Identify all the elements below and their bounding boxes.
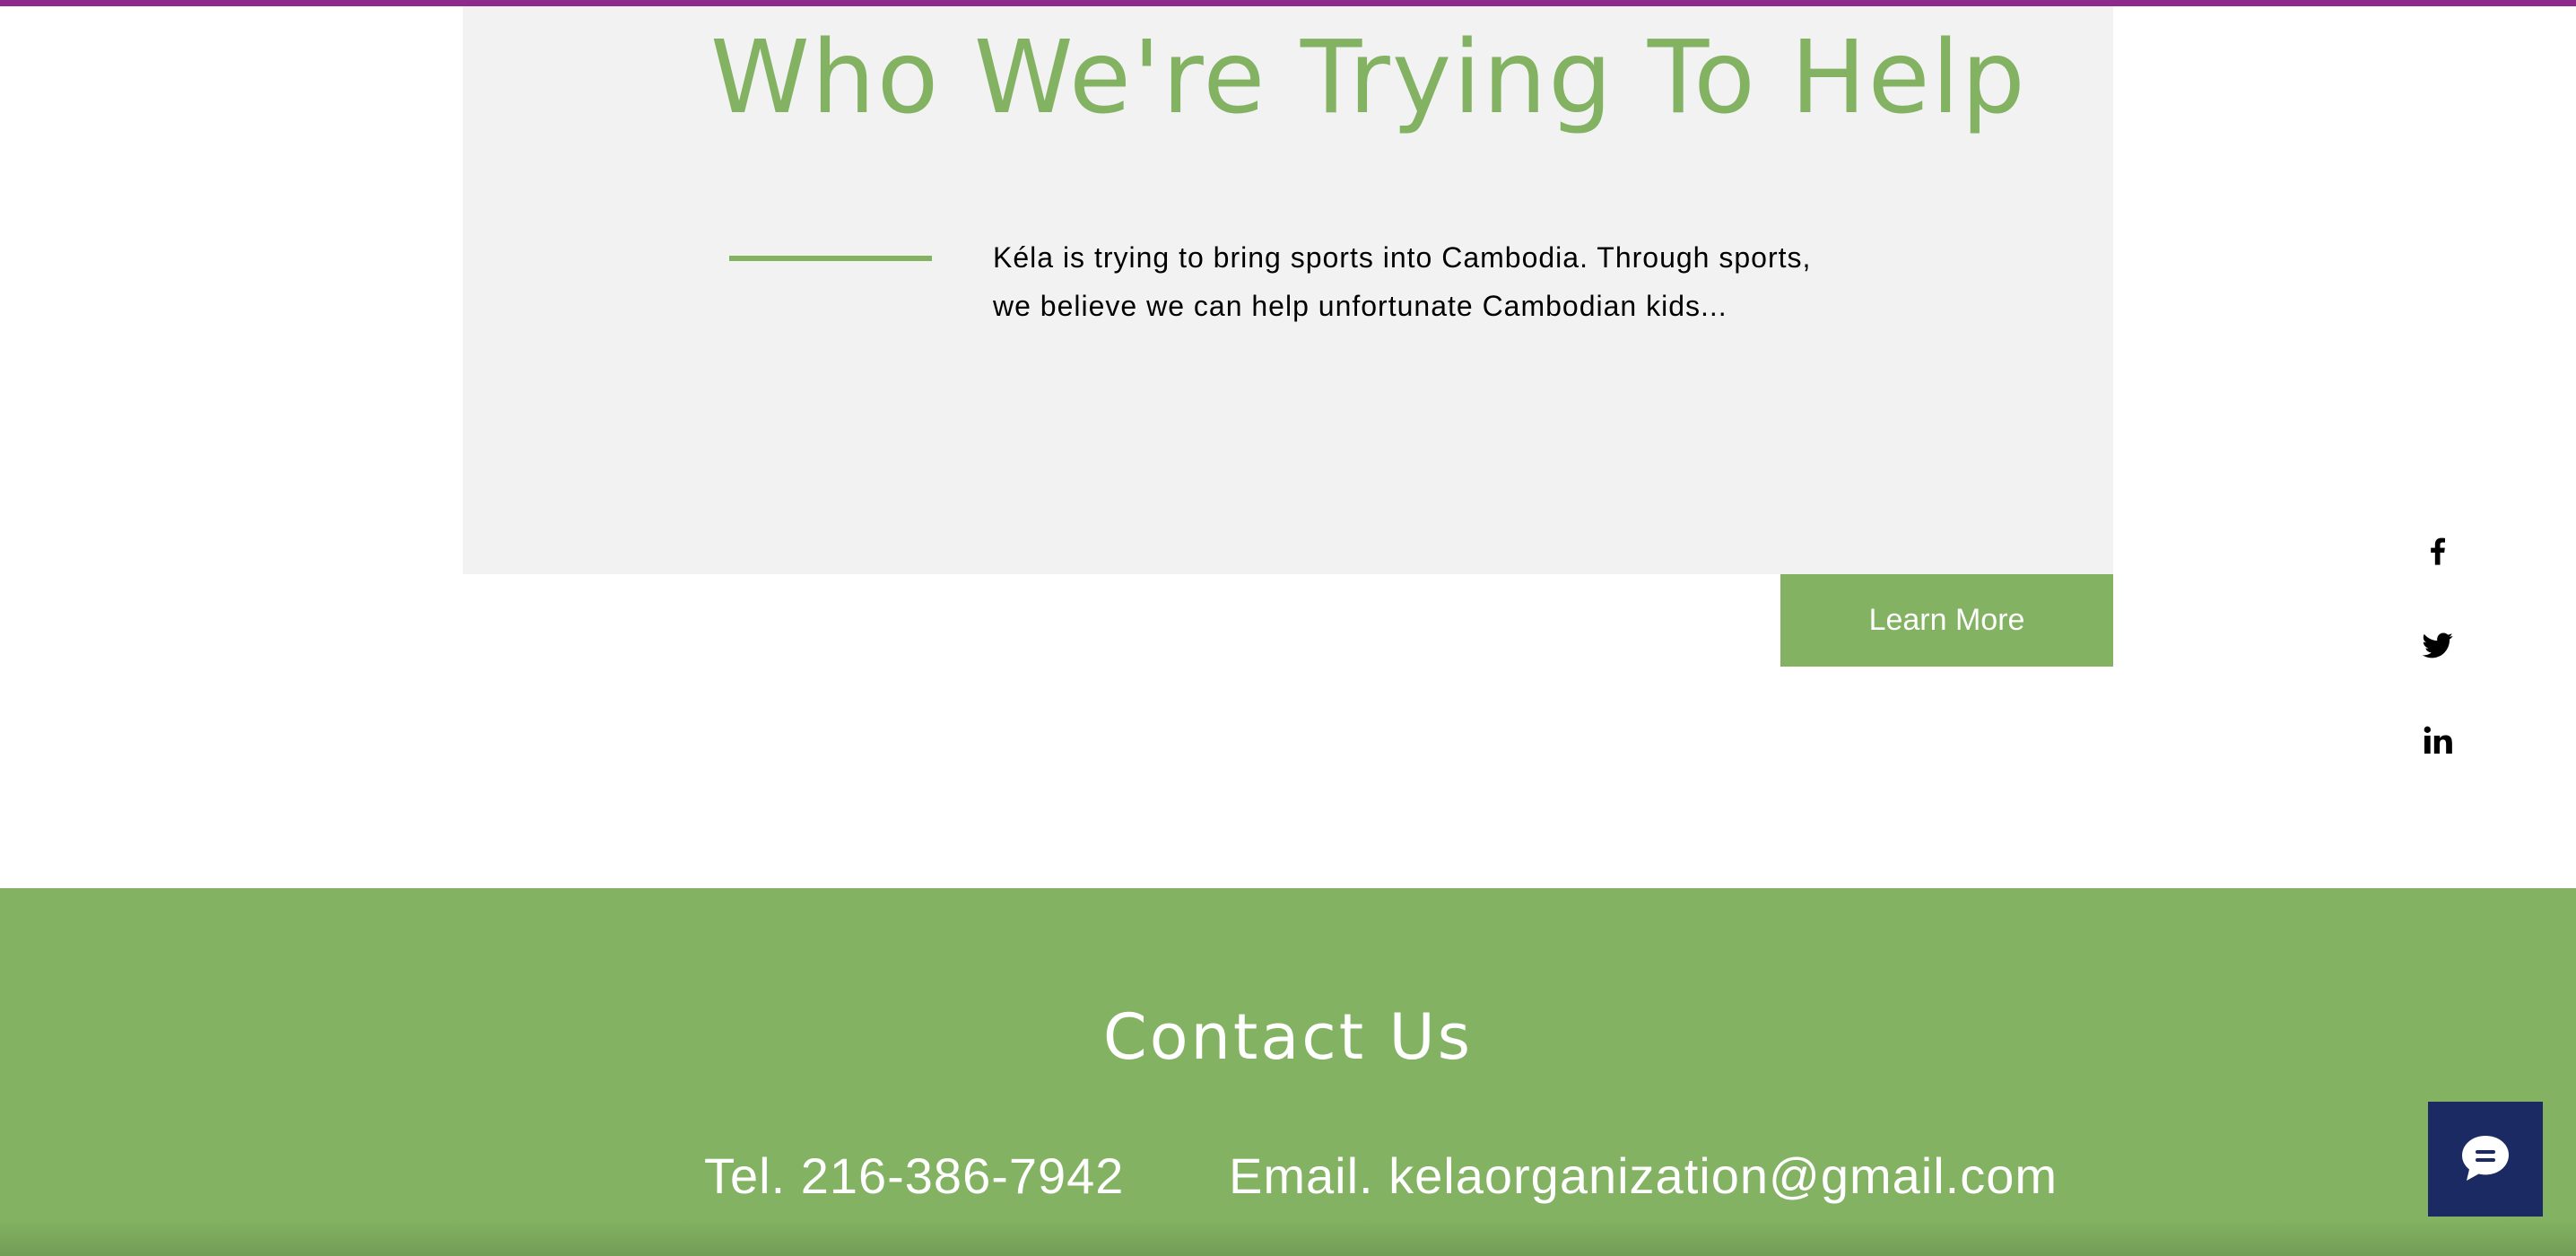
facebook-icon [2431,537,2445,565]
twitter-icon [2422,632,2453,659]
social-bar [2413,525,2463,810]
footer-shade [0,1220,2576,1256]
contact-phone: Tel. 216-386-7942 [704,1147,1125,1204]
chat-icon [2462,1136,2509,1181]
linkedin-icon [2424,726,2452,754]
accent-divider [729,256,932,261]
twitter-link[interactable] [2413,620,2463,670]
section-body-text: Kéla is trying to bring sports into Camb… [993,241,1812,322]
linkedin-link[interactable] [2413,715,2463,765]
facebook-link[interactable] [2413,525,2463,575]
contact-email: Email. kelaorganization@gmail.com [1229,1147,2058,1204]
section-title: Who We're Trying To Help [710,20,2027,136]
page: Who We're Trying To Help Kéla is trying … [0,0,2576,1256]
chat-button[interactable] [2428,1102,2543,1217]
top-accent-strip [0,0,2576,6]
contact-title: Contact Us [1102,1000,1474,1074]
learn-more-button[interactable]: Learn More [1780,574,2113,667]
